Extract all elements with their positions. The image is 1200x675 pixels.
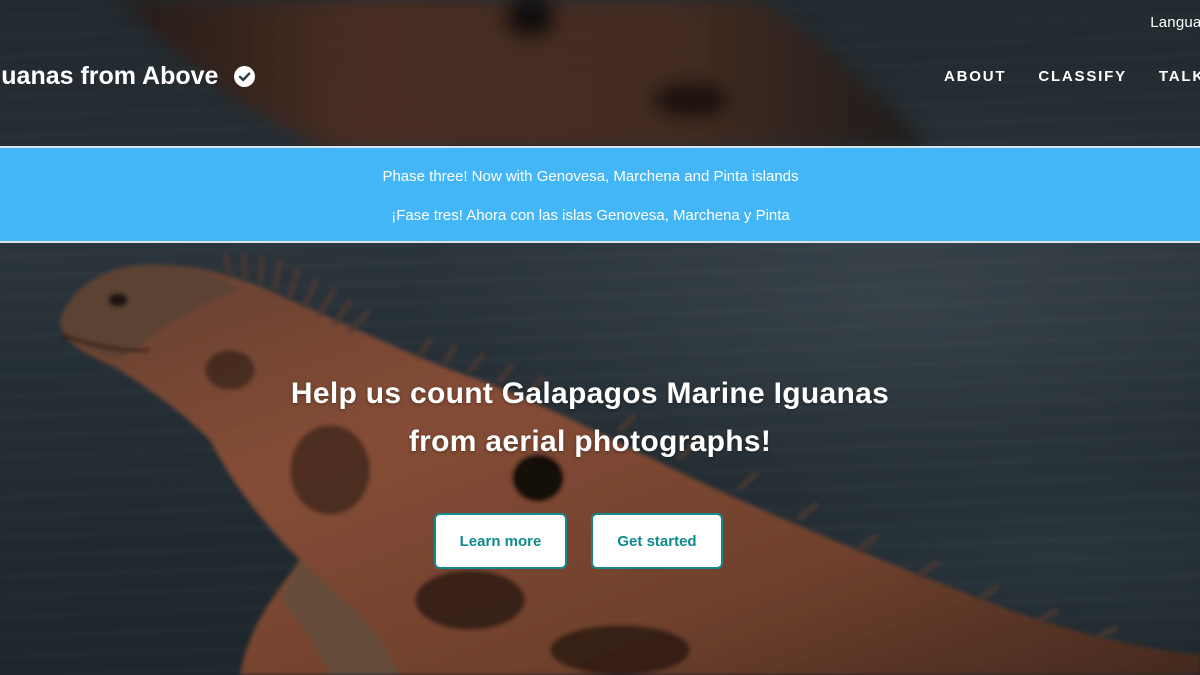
announcement-english: Phase three! Now with Genovesa, Marchena… <box>382 168 799 185</box>
project-header: guanas from Above ABOUT CLASSIFY TALK <box>0 48 1200 108</box>
language-selector[interactable]: Languag <box>1150 14 1200 31</box>
nav-classify[interactable]: CLASSIFY <box>1038 68 1127 85</box>
project-title-link[interactable]: guanas from Above <box>0 62 256 91</box>
nav-about[interactable]: ABOUT <box>944 68 1006 85</box>
hero-actions: Learn more Get started <box>434 513 723 569</box>
announcement-banner: Phase three! Now with Genovesa, Marchena… <box>0 146 1200 243</box>
project-nav: ABOUT CLASSIFY TALK <box>944 68 1200 85</box>
check-circle-icon <box>234 66 256 87</box>
announcement-spanish: ¡Fase tres! Ahora con las islas Genovesa… <box>391 207 790 224</box>
project-title: guanas from Above <box>0 62 219 90</box>
hero-title: Help us count Galapagos Marine Iguanas f… <box>290 377 890 458</box>
nav-talk[interactable]: TALK <box>1159 68 1200 85</box>
get-started-button[interactable]: Get started <box>591 513 723 569</box>
learn-more-button[interactable]: Learn more <box>434 513 567 569</box>
project-home-page: Languag guanas from Above ABOUT CLASSIFY… <box>0 0 1200 675</box>
